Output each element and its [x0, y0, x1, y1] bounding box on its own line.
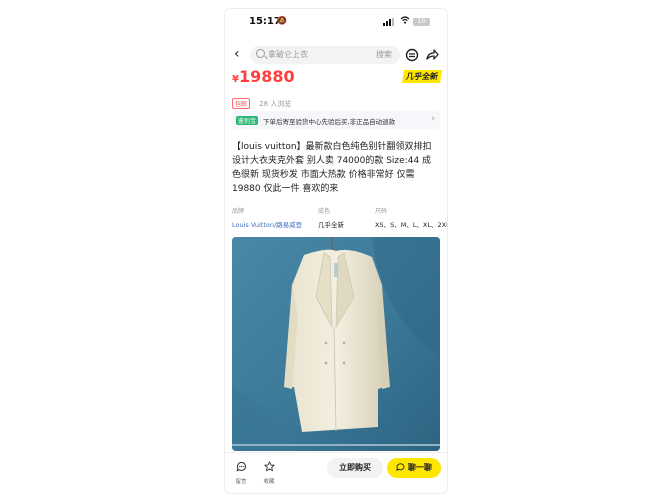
mute-icon: 🔕 — [277, 16, 287, 25]
attribute-value: 几乎全新 — [318, 221, 344, 229]
search-icon — [256, 49, 265, 58]
bottom-action-bar: 留言 收藏 立即购买 聊一聊 — [225, 452, 447, 493]
search-button[interactable]: 搜索 — [376, 49, 392, 60]
status-bar: 15:17 🔕 10 — [225, 9, 447, 37]
wifi-icon — [400, 16, 410, 27]
authentication-banner[interactable]: 鉴别宝 下单后寄至验货中心先验后买,非正品自动退款 › — [232, 111, 440, 129]
attribute-value: XS、S、M、L、XL、2XL — [375, 221, 448, 229]
favorite-label: 收藏 — [263, 479, 275, 485]
free-shipping-badge: 包邮 — [232, 98, 251, 109]
authentication-text: 下单后寄至验货中心先验后买,非正品自动退款 — [263, 118, 396, 126]
chat-label: 聊一聊 — [407, 463, 432, 472]
attribute-key: 品牌 — [232, 208, 245, 215]
authentication-badge: 鉴别宝 — [236, 116, 259, 125]
comment-button[interactable]: 留言 — [231, 457, 251, 485]
view-count: 28 人浏览 — [259, 99, 292, 108]
attribute-brand: 品牌 Louis Vuitton/路易威登 — [232, 206, 302, 229]
attribute-value[interactable]: Louis Vuitton/路易威登 — [232, 219, 302, 229]
comment-label: 留言 — [235, 479, 247, 485]
attribute-key: 尺码 — [375, 208, 388, 215]
search-bar[interactable]: 拿破仑上衣 搜索 — [250, 46, 400, 64]
attribute-size: 尺码 XS、S、M、L、XL、2XL — [375, 206, 448, 229]
share-icon[interactable] — [425, 47, 439, 61]
product-attributes: 品牌 Louis Vuitton/路易威登 成色 几乎全新 尺码 XS、S、M、… — [232, 206, 447, 229]
product-description: 【louis vuitton】最新款白色纯色别针翻领双排扣设计大衣夹克外套 别人… — [232, 142, 432, 194]
product-photo[interactable] — [232, 237, 440, 451]
battery-icon: 10 — [413, 18, 430, 26]
condition-badge: 几乎全新 — [402, 70, 442, 83]
search-input[interactable]: 拿破仑上衣 — [268, 49, 308, 60]
chat-icon — [396, 463, 405, 472]
phone-screen: 15:17 🔕 10 ‹ 拿破仑上衣 搜索 ¥19880 几乎全新 包邮 28 … — [224, 8, 448, 494]
star-icon — [263, 461, 275, 472]
attribute-key: 成色 — [318, 208, 331, 215]
chat-button[interactable]: 聊一聊 — [387, 458, 441, 478]
service-icon[interactable] — [405, 47, 419, 62]
comment-icon — [236, 461, 246, 472]
product-price: ¥19880 — [232, 67, 295, 86]
top-nav: ‹ 拿破仑上衣 搜索 — [225, 45, 447, 67]
buy-now-button[interactable]: 立即购买 — [327, 458, 383, 478]
favorite-button[interactable]: 收藏 — [259, 457, 279, 485]
price-row: ¥19880 几乎全新 — [225, 67, 447, 91]
attribute-condition: 成色 几乎全新 — [318, 206, 344, 229]
product-meta: 包邮 28 人浏览 — [232, 93, 292, 109]
back-icon[interactable]: ‹ — [234, 46, 240, 62]
signal-icon — [383, 18, 397, 26]
chevron-right-icon: › — [431, 114, 435, 124]
